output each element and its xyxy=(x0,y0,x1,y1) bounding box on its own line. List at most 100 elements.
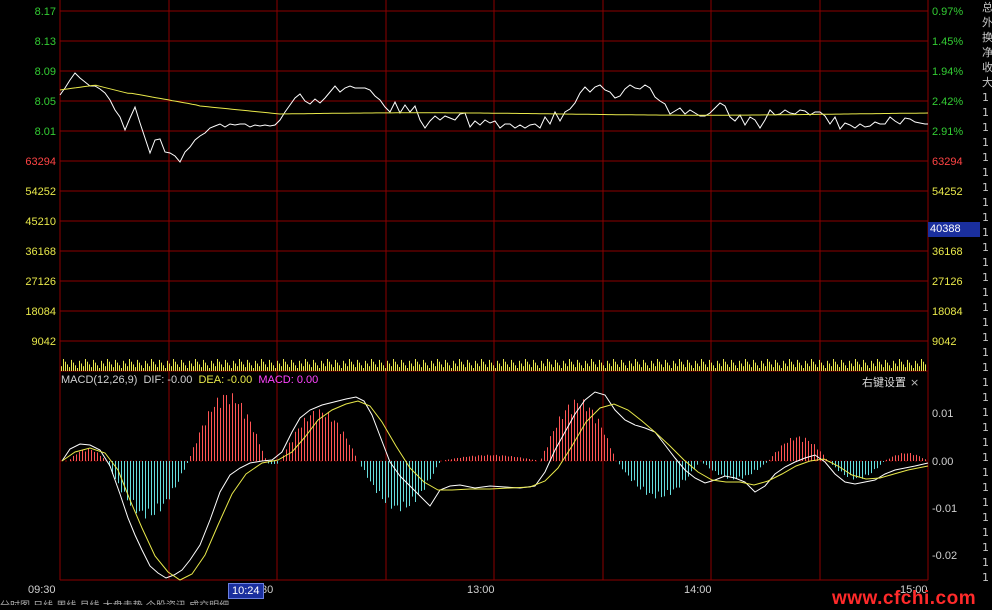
volume-bar xyxy=(473,368,474,371)
macd-bar xyxy=(742,461,743,479)
volume-bar xyxy=(165,368,166,371)
macd-bar xyxy=(856,461,857,479)
volume-bar xyxy=(283,359,284,371)
macd-bar xyxy=(322,412,323,461)
macd-bar xyxy=(343,431,344,461)
macd-bar xyxy=(445,460,446,461)
volume-bar xyxy=(187,368,188,371)
macd-bar xyxy=(550,436,551,461)
volume-bar xyxy=(123,360,124,371)
volume-bar xyxy=(131,361,132,371)
volume-bar xyxy=(523,366,524,371)
macd-bar xyxy=(634,461,635,481)
macd-bar xyxy=(511,456,512,461)
volume-bar xyxy=(111,364,112,371)
volume-bar xyxy=(765,366,766,371)
side-panel-glyph: 1 xyxy=(982,151,989,164)
macd-bar xyxy=(244,418,245,461)
volume-bar xyxy=(163,365,164,371)
volume-bar xyxy=(755,362,756,371)
volume-bar xyxy=(195,359,196,371)
macd-bar xyxy=(625,461,626,473)
volume-bar xyxy=(405,365,406,371)
volume-bar xyxy=(541,360,542,371)
volume-bar xyxy=(215,366,216,371)
macd-bar xyxy=(553,431,554,461)
settings-label[interactable]: 右键设置 xyxy=(862,376,906,389)
volume-bar xyxy=(259,366,260,371)
volume-bar xyxy=(245,367,246,371)
macd-bar xyxy=(730,461,731,476)
macd-bar xyxy=(631,461,632,482)
volume-bar xyxy=(285,361,286,371)
macd-bar xyxy=(778,451,779,461)
volume-bar xyxy=(217,359,218,371)
volume-bar xyxy=(697,363,698,371)
side-panel-glyph: 1 xyxy=(982,541,989,554)
dif-line xyxy=(61,391,929,579)
volume-bar xyxy=(393,359,394,371)
dif-label: DIF: -0.00 xyxy=(143,374,193,386)
volume-bar xyxy=(175,361,176,371)
macd-bar xyxy=(922,458,923,461)
volume-bar xyxy=(649,368,650,371)
volume-bar xyxy=(383,365,384,371)
macd-bar xyxy=(238,404,239,461)
volume-bar xyxy=(815,364,816,371)
macd-bar xyxy=(487,454,488,461)
macd-bar xyxy=(583,399,584,461)
intraday-chart[interactable]: 8.17 8.13 8.09 8.05 8.01 0.97% 1.45% 1.94% 2.42%… xyxy=(0,0,992,605)
right-click-settings[interactable]: 右键设置 × xyxy=(862,374,919,390)
volume-bar xyxy=(631,363,632,371)
macd-bar xyxy=(472,455,473,461)
volume-bar xyxy=(729,367,730,371)
macd-bar xyxy=(301,427,302,461)
volume-bar xyxy=(493,365,494,371)
volume-bar xyxy=(589,366,590,371)
dea-label: DEA: -0.00 xyxy=(198,374,253,386)
macd-bar xyxy=(871,461,872,474)
volume-bar xyxy=(399,367,400,371)
macd-bar xyxy=(163,461,164,504)
volume-bar xyxy=(125,363,126,371)
volume-bar xyxy=(527,361,528,371)
side-panel-glyph: 1 xyxy=(982,511,989,524)
volume-bar xyxy=(575,367,576,371)
volume-bar xyxy=(293,362,294,371)
side-panel-glyph: 1 xyxy=(982,481,989,494)
macd-bar xyxy=(259,444,260,461)
volume-bar xyxy=(365,360,366,371)
volume-bar xyxy=(803,368,804,371)
side-panel-glyph: 1 xyxy=(982,526,989,539)
volume-bar xyxy=(635,359,636,371)
macd-bar xyxy=(787,442,788,461)
macd-bar xyxy=(619,461,620,465)
volume-bar xyxy=(249,362,250,371)
volume-bar xyxy=(455,363,456,371)
volume-bar xyxy=(477,363,478,371)
volume-bar xyxy=(407,368,408,371)
volume-bar xyxy=(409,360,410,371)
macd-bar xyxy=(601,427,602,461)
close-icon[interactable]: × xyxy=(910,376,919,389)
volume-bar xyxy=(205,362,206,371)
macd-bar xyxy=(229,404,230,461)
percent-axis-label: 2.42% xyxy=(932,96,963,108)
volume-bar xyxy=(385,368,386,371)
side-panel-glyph: 1 xyxy=(982,286,989,299)
volume-bar xyxy=(305,359,306,371)
volume-bar xyxy=(849,360,850,371)
macd-bar xyxy=(379,461,380,492)
macd-bar xyxy=(172,461,173,489)
volume-bar xyxy=(887,362,888,371)
volume-bar xyxy=(655,366,656,371)
volume-bar xyxy=(899,359,900,371)
volume-bar xyxy=(429,368,430,371)
macd-bar xyxy=(535,460,536,461)
macd-bar xyxy=(157,461,158,504)
volume-bar xyxy=(737,368,738,371)
macd-bar xyxy=(490,455,491,461)
macd-bar xyxy=(316,421,317,461)
macd-bar xyxy=(481,455,482,461)
macd-bar xyxy=(181,461,182,474)
